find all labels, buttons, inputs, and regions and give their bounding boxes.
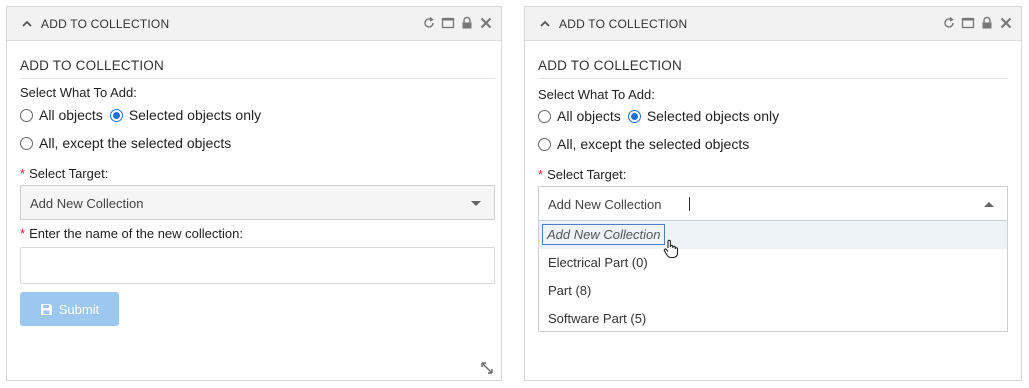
- lock-icon[interactable]: [460, 16, 474, 30]
- section-title: ADD TO COLLECTION: [538, 58, 682, 73]
- radio-all-objects-label[interactable]: All objects: [557, 108, 621, 124]
- header-actions: [942, 16, 1013, 30]
- radio-selected-objects-label[interactable]: Selected objects only: [647, 108, 779, 124]
- radio-all-objects[interactable]: [20, 108, 33, 122]
- dropdown-option-software-part[interactable]: Software Part (5): [539, 305, 1007, 333]
- panel-header: ADD TO COLLECTION: [525, 7, 1021, 41]
- dropdown-option-label: Electrical Part (0): [548, 255, 648, 270]
- dropdown-option-electrical-part[interactable]: Electrical Part (0): [539, 249, 1007, 277]
- radio-selected-objects-label[interactable]: Selected objects only: [129, 107, 261, 123]
- chevron-up-icon[interactable]: [539, 18, 551, 30]
- header-actions: [422, 16, 493, 30]
- panel-header-title: ADD TO COLLECTION: [559, 17, 688, 31]
- text-cursor: [689, 197, 690, 211]
- resize-icon[interactable]: [481, 362, 493, 374]
- target-dropdown-list: Add New Collection Electrical Part (0) P…: [538, 220, 1008, 332]
- chevron-up-icon[interactable]: [21, 18, 33, 30]
- dropdown-option-label: Software Part (5): [548, 311, 647, 326]
- chevron-up-icon[interactable]: [984, 202, 994, 207]
- chevron-down-icon[interactable]: [471, 201, 481, 206]
- divider: [20, 78, 495, 79]
- target-select[interactable]: Add New Collection: [20, 185, 495, 220]
- submit-label: Submit: [58, 301, 100, 317]
- required-marker: *: [538, 167, 544, 182]
- radio-selected-objects[interactable]: [109, 108, 123, 122]
- radio-except-selected[interactable]: [20, 136, 33, 150]
- maximize-icon[interactable]: [441, 16, 455, 30]
- dropdown-option-label: Part (8): [548, 283, 592, 298]
- refresh-icon[interactable]: [422, 16, 436, 30]
- dropdown-option-add-new-collection[interactable]: Add New Collection: [539, 221, 1007, 259]
- submit-button[interactable]: Submit: [20, 292, 119, 326]
- select-target-label-text: Select Target:: [547, 167, 627, 182]
- radio-except-selected-label[interactable]: All, except the selected objects: [557, 136, 749, 152]
- required-marker: *: [20, 166, 26, 181]
- select-target-label: * Select Target:: [20, 166, 108, 181]
- radio-all-objects[interactable]: [538, 109, 551, 123]
- radio-all-objects-label[interactable]: All objects: [39, 107, 103, 123]
- panel-header: ADD TO COLLECTION: [7, 7, 501, 41]
- radio-row-except: All, except the selected objects: [538, 136, 749, 152]
- save-icon: [40, 303, 52, 315]
- radio-except-selected-label[interactable]: All, except the selected objects: [39, 135, 231, 151]
- required-marker: *: [20, 226, 26, 241]
- collection-name-label-text: Enter the name of the new collection:: [29, 226, 243, 241]
- target-select-value: Add New Collection: [548, 197, 662, 212]
- divider: [538, 78, 1008, 79]
- panel-header-title: ADD TO COLLECTION: [41, 17, 170, 31]
- radio-group-scope: All objects Selected objects only: [538, 108, 779, 124]
- maximize-icon[interactable]: [961, 16, 975, 30]
- section-title: ADD TO COLLECTION: [20, 58, 164, 73]
- dropdown-option-label: Add New Collection: [542, 224, 666, 245]
- select-target-label: * Select Target:: [538, 167, 626, 182]
- radio-group-scope: All objects Selected objects only: [20, 107, 261, 123]
- target-select-value: Add New Collection: [30, 196, 144, 211]
- close-icon[interactable]: [479, 16, 493, 30]
- add-to-collection-panel-left: ADD TO COLLECTION ADD TO COLLECTION Sele…: [6, 6, 502, 381]
- select-target-label-text: Select Target:: [29, 166, 109, 181]
- dropdown-option-part[interactable]: Part (8): [539, 277, 1007, 305]
- refresh-icon[interactable]: [942, 16, 956, 30]
- add-to-collection-panel-right: ADD TO COLLECTION ADD TO COLLECTION Sele…: [524, 6, 1022, 381]
- radio-except-selected[interactable]: [538, 137, 551, 151]
- select-what-label: Select What To Add:: [20, 85, 137, 100]
- collection-name-input[interactable]: [20, 247, 495, 284]
- collection-name-label: * Enter the name of the new collection:: [20, 226, 243, 241]
- close-icon[interactable]: [999, 16, 1013, 30]
- target-select-open[interactable]: Add New Collection: [538, 186, 1008, 221]
- select-what-label: Select What To Add:: [538, 87, 655, 102]
- radio-selected-objects[interactable]: [627, 109, 641, 123]
- radio-row-except: All, except the selected objects: [20, 135, 231, 151]
- lock-icon[interactable]: [980, 16, 994, 30]
